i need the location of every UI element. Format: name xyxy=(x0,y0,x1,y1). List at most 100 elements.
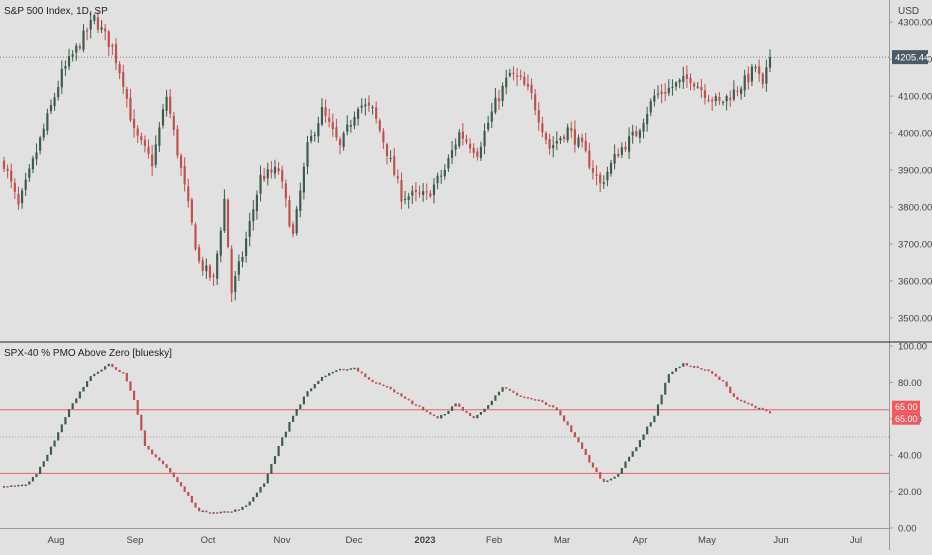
candle xyxy=(414,182,417,202)
candle-body xyxy=(541,123,544,133)
candle xyxy=(71,50,74,62)
indicator-axis-ticks[interactable]: 100.0080.0060.0040.0020.000.00 xyxy=(889,342,927,535)
candle xyxy=(143,135,146,153)
candle-body xyxy=(335,127,338,138)
candle xyxy=(147,139,150,159)
indicator-bar xyxy=(707,369,710,372)
candle-body xyxy=(403,199,407,201)
candle xyxy=(613,144,616,170)
indicator-bar xyxy=(31,477,34,482)
candle xyxy=(678,78,681,89)
price-tick-label: 4000.00 xyxy=(898,129,932,140)
candle-body xyxy=(259,174,262,194)
candle xyxy=(422,182,425,202)
candle xyxy=(263,167,266,182)
candle xyxy=(122,64,125,95)
last-price-label: 4205.44 xyxy=(895,53,929,64)
candle-body xyxy=(393,156,396,175)
indicator-bar xyxy=(472,416,475,419)
candle-body xyxy=(740,88,743,94)
candle xyxy=(418,185,421,198)
candle xyxy=(725,94,728,111)
indicator-bar xyxy=(270,463,273,474)
candle xyxy=(360,98,363,114)
candle xyxy=(288,195,291,228)
candle-body xyxy=(310,136,313,142)
candle-body xyxy=(382,131,385,143)
indicator-bar xyxy=(515,392,519,396)
indicator-bar xyxy=(118,369,121,373)
candle xyxy=(595,165,598,186)
time-axis-ticks[interactable]: Aug Sep Oct Nov Dec 2023 Feb Mar Apr May Jun Jul xyxy=(48,535,863,546)
candle xyxy=(158,122,161,152)
indicator-bar xyxy=(295,409,298,416)
candle xyxy=(346,115,349,136)
candle-body xyxy=(761,73,764,85)
indicator-tick-label: 0.00 xyxy=(898,524,917,535)
candle xyxy=(10,163,13,189)
candle xyxy=(270,160,273,179)
candle-body xyxy=(765,67,768,84)
candle-body xyxy=(24,179,27,190)
time-tick-label: Apr xyxy=(633,535,648,546)
candle xyxy=(718,92,721,105)
indicator-bar xyxy=(649,422,652,427)
indicator-tick-label: 20.00 xyxy=(898,487,922,498)
indicator-bar xyxy=(544,402,548,405)
candle xyxy=(241,251,244,268)
chart-window[interactable]: 4300.004200.004100.004000.003900.003800.… xyxy=(0,0,932,550)
candle-body xyxy=(136,128,139,136)
indicator-bar xyxy=(425,410,428,413)
candle xyxy=(39,135,42,155)
indicator-bar xyxy=(693,366,696,368)
candle-body xyxy=(194,224,197,250)
candle-body xyxy=(313,135,316,137)
indicator-bar xyxy=(241,506,244,510)
indicator-bar xyxy=(671,371,674,375)
candle-body xyxy=(642,123,645,132)
candle-body xyxy=(432,184,436,196)
indicator-title[interactable]: SPX-40 % PMO Above Zero [bluesky] xyxy=(4,348,172,359)
candle-body xyxy=(183,166,186,185)
indicator-bar xyxy=(494,395,497,401)
candle xyxy=(172,111,175,136)
candle xyxy=(508,68,511,78)
chart-canvas[interactable]: 4300.004200.004100.004000.003900.003800.… xyxy=(0,0,932,550)
indicator-bar xyxy=(263,483,266,487)
indicator-bar xyxy=(736,396,739,400)
candle xyxy=(628,127,631,160)
candle-body xyxy=(179,155,183,168)
indicator-bar xyxy=(754,405,757,409)
candle-body xyxy=(13,182,16,192)
candle-body xyxy=(364,104,367,107)
candle-body xyxy=(245,238,248,256)
candle xyxy=(559,136,562,145)
indicator-bar xyxy=(711,371,714,374)
indicator-bar xyxy=(588,455,591,463)
indicator-bar xyxy=(476,414,479,419)
indicator-bar xyxy=(367,377,371,380)
candle-body xyxy=(281,169,284,182)
candle xyxy=(696,81,699,89)
candle-body xyxy=(338,139,342,146)
candle-body xyxy=(411,191,414,196)
candle-body xyxy=(671,87,674,89)
candle-body xyxy=(291,224,295,235)
indicator-bar xyxy=(436,415,439,419)
indicator-bar xyxy=(320,376,324,381)
candle xyxy=(660,84,663,104)
candle xyxy=(64,60,67,76)
main-chart-title[interactable]: S&P 500 Index, 1D, SP xyxy=(4,6,108,17)
candle xyxy=(353,111,356,130)
candle xyxy=(562,134,566,143)
candle-body xyxy=(523,76,526,85)
candle-body xyxy=(595,174,598,176)
indicator-bar xyxy=(609,478,613,481)
candle xyxy=(577,134,580,149)
candle-body xyxy=(328,117,331,122)
candle xyxy=(132,109,136,138)
candle-body xyxy=(295,208,298,234)
candle xyxy=(609,159,613,177)
candle-body xyxy=(469,143,472,149)
indicator-bar xyxy=(82,386,85,392)
